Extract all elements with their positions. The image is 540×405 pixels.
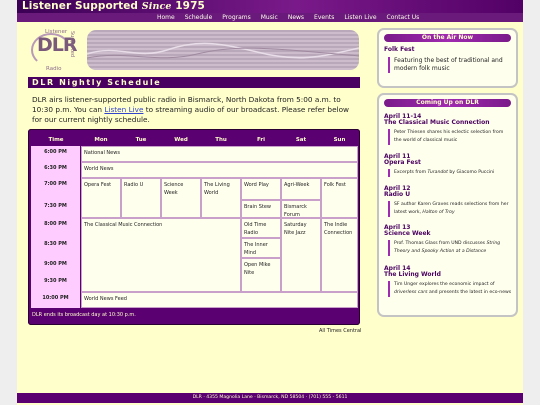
header-sun: Sun — [333, 137, 346, 143]
header-wed: Wed — [174, 137, 188, 143]
event-name[interactable]: Science Week — [384, 230, 431, 237]
event-name[interactable]: Radio U — [384, 191, 410, 198]
nav-listen-live[interactable]: Listen Live — [339, 13, 381, 22]
site-brand: Listener Supported Since 1975 — [22, 0, 205, 12]
program-radio-u[interactable]: Radio U — [121, 178, 161, 218]
header-tue: Tue — [135, 137, 147, 143]
event-description: Tim Unger explores the economic impact o… — [388, 281, 512, 297]
program-science-week[interactable]: Science Week — [161, 178, 201, 218]
brand-since: Since — [141, 1, 172, 12]
top-header: Listener Supported Since 1975 — [17, 0, 523, 13]
header-banner-image — [87, 30, 359, 70]
time-600pm: 6:00 PM — [31, 146, 81, 162]
listen-live-link[interactable]: Listen Live — [104, 105, 143, 114]
event-description: Excerpts from Turandot by Giacomo Puccin… — [388, 169, 512, 177]
time-900pm: 9:00 PM — [31, 258, 81, 275]
program-world-news[interactable]: World News — [81, 162, 358, 178]
nav-contact-us[interactable]: Contact Us — [382, 13, 425, 22]
program-bismarck-forum[interactable]: Bismarck Forum — [281, 200, 321, 218]
brand-title: Listener Supported — [22, 0, 139, 12]
header-thu: Thu — [215, 137, 227, 143]
schedule-footer-note: DLR ends its broadcast day at 10:30 p.m. — [32, 312, 136, 318]
event-description: Peter Thiesen shares his eclectic select… — [388, 129, 512, 145]
nav-events[interactable]: Events — [309, 13, 339, 22]
event-description: Prof. Thomas Glass from UND discusses St… — [388, 240, 512, 256]
time-800pm: 8:00 PM — [31, 218, 81, 238]
on-air-show-name[interactable]: Folk Fest — [384, 46, 414, 53]
logo-supported: Supported — [69, 31, 75, 58]
timezone-note: All Times Central — [319, 328, 362, 334]
header-mon: Mon — [94, 137, 108, 143]
event-description: SF author Karen Graves reads selections … — [388, 201, 512, 217]
coming-up-heading: Coming Up on DLR — [384, 99, 511, 107]
schedule-table: Time Mon Tue Wed Thu Fri Sat Sun 6:00 PM… — [28, 129, 360, 325]
time-700pm: 7:00 PM — [31, 178, 81, 200]
site-footer: DLR · 4355 Magnolia Lane · Bismarck, ND … — [17, 393, 523, 403]
program-agri-week[interactable]: Agri-Week — [281, 178, 321, 200]
logo-radio: Radio — [46, 66, 62, 72]
program-national-news[interactable]: National News — [81, 146, 358, 162]
time-1000pm: 10:00 PM — [31, 292, 81, 308]
program-open-mike-nite[interactable]: Open Mike Nite — [241, 258, 281, 292]
header-sat: Sat — [295, 137, 307, 143]
time-630pm: 6:30 PM — [31, 162, 81, 178]
event-name[interactable]: The Classical Music Connection — [384, 119, 490, 126]
program-brain-stew[interactable]: Brain Stew — [241, 200, 281, 218]
program-word-play[interactable]: Word Play — [241, 178, 281, 200]
program-old-time-radio[interactable]: Old Time Radio — [241, 218, 281, 238]
program-inner-mind[interactable]: The Inner Mind — [241, 238, 281, 258]
program-folk-fest[interactable]: Folk Fest — [321, 178, 358, 218]
coming-up-panel: Coming Up on DLR April 11-14 The Classic… — [379, 95, 516, 315]
intro-paragraph: DLR airs listener-supported public radio… — [32, 95, 358, 125]
time-830pm: 8:30 PM — [31, 238, 81, 258]
brand-year: 1975 — [175, 0, 205, 12]
nav-news[interactable]: News — [283, 13, 309, 22]
page-title: DLR Nightly Schedule — [28, 77, 360, 88]
event-name[interactable]: The Living World — [384, 271, 441, 278]
time-730pm: 7:30 PM — [31, 200, 81, 218]
nav-schedule[interactable]: Schedule — [180, 13, 218, 22]
nav-home[interactable]: Home — [152, 13, 180, 22]
main-nav: Home Schedule Programs Music News Events… — [152, 13, 424, 22]
program-saturday-nite-jazz[interactable]: Saturday Nite Jazz — [281, 218, 321, 292]
nav-music[interactable]: Music — [256, 13, 283, 22]
program-opera-fest[interactable]: Opera Fest — [81, 178, 121, 218]
program-world-news-feed[interactable]: World News Feed — [81, 292, 358, 308]
header-time: Time — [48, 137, 64, 143]
footer-address: DLR · 4355 Magnolia Lane · Bismarck, ND … — [192, 395, 348, 400]
dlr-logo[interactable]: Listener DLR Supported Radio — [28, 29, 82, 73]
program-classical-music-connection[interactable]: The Classical Music Connection — [81, 218, 241, 292]
program-indie-connection[interactable]: The Indie Connection — [321, 218, 358, 292]
on-air-now-panel: On the Air Now Folk Fest Featuring the b… — [379, 30, 516, 86]
soundwave-graphic — [87, 42, 359, 59]
nav-programs[interactable]: Programs — [217, 13, 255, 22]
program-living-world[interactable]: The Living World — [201, 178, 241, 218]
time-930pm: 9:30 PM — [31, 275, 81, 292]
on-air-show-description: Featuring the best of traditional and mo… — [388, 57, 516, 73]
on-air-heading: On the Air Now — [384, 34, 511, 42]
header-fri: Fri — [256, 137, 265, 143]
event-name[interactable]: Opera Fest — [384, 159, 421, 166]
